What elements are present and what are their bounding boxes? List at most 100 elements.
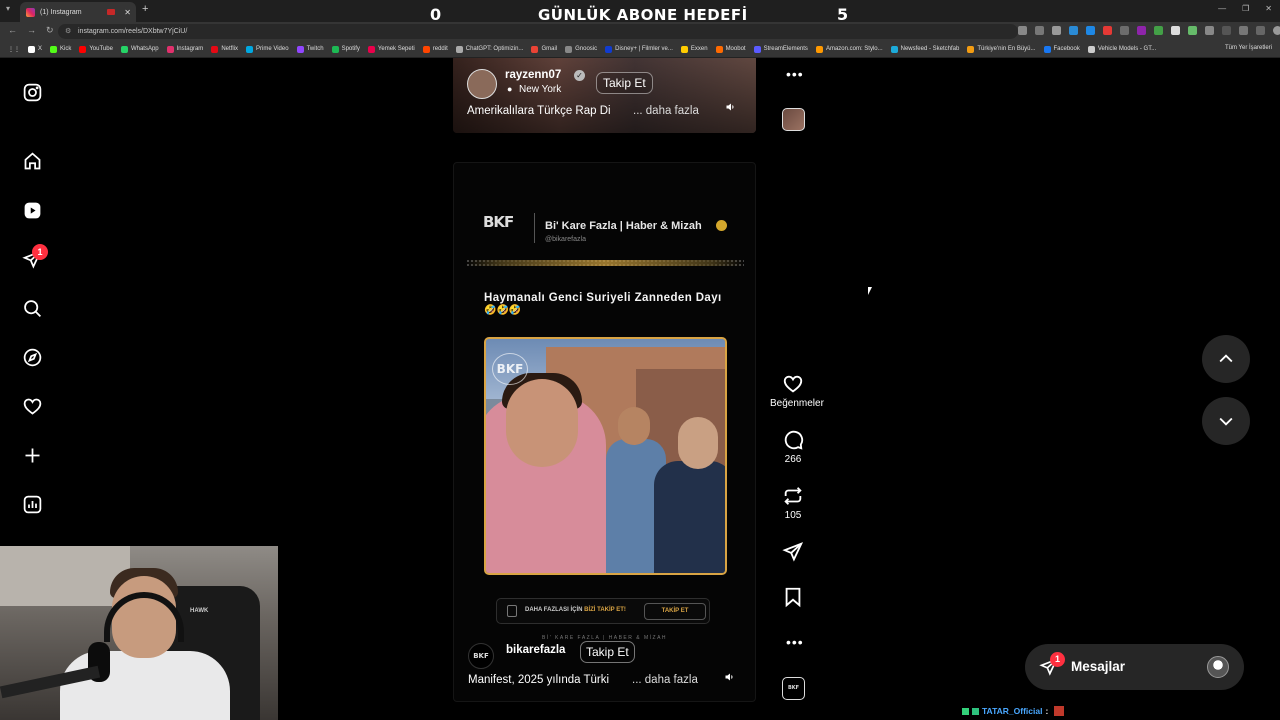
site-info-icon[interactable]: ⚙ xyxy=(65,24,71,39)
bookmark-item[interactable]: Facebook xyxy=(1043,45,1080,53)
bookmark-item[interactable]: YouTube xyxy=(79,45,113,53)
bookmark-item[interactable]: Vehicle Models - GT... xyxy=(1087,45,1156,53)
bookmark-item[interactable]: WhatsApp xyxy=(120,45,159,53)
browser-tab[interactable]: (1) Instagram ✕ xyxy=(20,2,136,22)
bookmark-item[interactable]: Newsfeed - Sketchfab xyxy=(890,45,959,53)
bookmark-item[interactable]: ChatGPT: Optimizin... xyxy=(455,45,523,53)
messages-button[interactable]: 1 Mesajlar xyxy=(1025,644,1244,690)
reel-card-current[interactable]: BKF Bi' Kare Fazla | Haber & Mizah @bika… xyxy=(453,162,756,702)
sound-icon[interactable] xyxy=(722,669,738,685)
cast-icon[interactable] xyxy=(1018,26,1027,35)
explore-icon[interactable] xyxy=(20,345,44,369)
extension-icon[interactable] xyxy=(1069,26,1078,35)
profile-icon[interactable] xyxy=(1273,26,1280,35)
create-icon[interactable] xyxy=(20,443,44,467)
dashboard-icon[interactable] xyxy=(20,492,44,516)
address-bar-row: ← → ↻ ⚙ instagram.com/reels/DXbtw7YjCiU/ xyxy=(0,22,1280,41)
recording-icon xyxy=(107,9,116,15)
back-icon[interactable]: ← xyxy=(8,25,17,36)
bookmark-favicon-icon xyxy=(455,45,463,53)
bookmark-item[interactable]: Instagram xyxy=(166,45,203,53)
bookmark-item[interactable]: Netflix xyxy=(211,45,238,53)
reel-video[interactable]: BKF xyxy=(484,337,727,575)
apps-icon[interactable]: ⋮⋮ xyxy=(8,46,20,53)
bookmark-favicon-icon xyxy=(890,45,898,53)
previous-reel-button[interactable] xyxy=(1202,335,1250,383)
avatar[interactable] xyxy=(467,69,497,99)
bookmark-item[interactable]: StreamElements xyxy=(753,45,808,53)
new-tab-icon[interactable]: + xyxy=(142,3,148,15)
reels-icon[interactable] xyxy=(20,198,44,222)
heart-icon[interactable] xyxy=(20,394,44,418)
more-options-icon[interactable]: ••• xyxy=(786,66,804,82)
caption-more-link[interactable]: ... daha fazla xyxy=(633,105,699,117)
reel-location[interactable]: New York xyxy=(519,84,561,95)
extension-icon[interactable] xyxy=(1086,26,1095,35)
bookmark-item[interactable]: Gnoosic xyxy=(565,45,597,53)
bookmark-item[interactable]: Kick xyxy=(50,45,71,53)
audio-thumbnail[interactable] xyxy=(782,108,805,131)
url-input[interactable]: ⚙ instagram.com/reels/DXbtw7YjCiU/ xyxy=(58,24,1018,39)
bookmark-item[interactable]: Amazon.com: Stylo... xyxy=(815,45,883,53)
bookmark-item[interactable]: Twitch xyxy=(296,45,324,53)
extension-icon[interactable] xyxy=(1171,26,1180,35)
bookmark-item[interactable]: Spotify xyxy=(331,45,360,53)
like-button[interactable]: Beğenmeler xyxy=(770,373,824,409)
close-tab-icon[interactable]: ✕ xyxy=(124,8,131,17)
bookmark-label: Disney+ | Filmler ve... xyxy=(615,46,673,52)
divider-icon xyxy=(1222,26,1231,35)
location-pin-icon: ● xyxy=(507,84,513,94)
comment-icon xyxy=(784,430,804,450)
tab-search-icon[interactable]: ▾ xyxy=(6,4,10,13)
like-label[interactable]: Beğenmeler xyxy=(770,398,824,409)
caption-more-link[interactable]: ... daha fazla xyxy=(632,674,698,686)
bookmark-item[interactable]: Türkiye'nin En Büyü... xyxy=(967,45,1036,53)
bookmark-item[interactable]: X xyxy=(28,45,42,53)
reel-username[interactable]: rayzenn07 xyxy=(505,69,561,81)
bookmark-item[interactable]: Prime Video xyxy=(245,45,289,53)
bookmark-item[interactable]: Moobot xyxy=(715,45,746,53)
zoom-icon[interactable] xyxy=(1035,26,1044,35)
avatar[interactable]: BKF xyxy=(468,643,494,669)
instagram-logo-icon[interactable] xyxy=(20,80,44,104)
post-headline: Haymanalı Genci Suriyeli Zanneden Dayı xyxy=(484,292,722,304)
bookmark-item[interactable]: Yemek Sepeti xyxy=(367,45,415,53)
search-icon[interactable] xyxy=(20,296,44,320)
close-window-icon[interactable]: ✕ xyxy=(1265,4,1272,13)
reel-card-previous[interactable]: rayzenn07 ✓ ● New York Takip Et Amerikal… xyxy=(453,58,756,133)
save-button[interactable] xyxy=(770,586,816,608)
follow-button[interactable]: Takip Et xyxy=(580,641,635,663)
share-button[interactable] xyxy=(770,541,816,563)
extensions-puzzle-icon[interactable] xyxy=(1205,26,1214,35)
forward-icon[interactable]: → xyxy=(27,25,36,36)
audio-thumbnail[interactable]: BKF xyxy=(782,677,805,700)
bookmark-item[interactable]: Gmail xyxy=(531,45,557,53)
sound-icon[interactable] xyxy=(723,99,739,115)
maximize-icon[interactable]: ❐ xyxy=(1242,4,1249,13)
verified-icon xyxy=(716,220,727,231)
bookmark-item[interactable]: reddit xyxy=(422,45,448,53)
downloads-icon[interactable] xyxy=(1239,26,1248,35)
next-reel-button[interactable] xyxy=(1202,397,1250,445)
home-icon[interactable] xyxy=(20,149,44,173)
extension-icon[interactable] xyxy=(1137,26,1146,35)
reload-icon[interactable]: ↻ xyxy=(46,25,54,36)
comment-button[interactable]: 266 xyxy=(770,429,816,465)
follow-button[interactable]: Takip Et xyxy=(596,72,653,94)
chevron-down-icon xyxy=(1219,417,1233,426)
repost-button[interactable]: 105 xyxy=(770,485,816,521)
extension-icon[interactable] xyxy=(1120,26,1129,35)
more-options-icon[interactable]: ••• xyxy=(786,634,804,650)
bookmark-item[interactable]: Exxen xyxy=(680,45,708,53)
extension-icon[interactable] xyxy=(1154,26,1163,35)
split-view-icon[interactable] xyxy=(1256,26,1265,35)
extension-icon[interactable] xyxy=(1188,26,1197,35)
minimize-icon[interactable]: — xyxy=(1218,4,1226,13)
extension-icon[interactable] xyxy=(1103,26,1112,35)
all-bookmarks-link[interactable]: Tüm Yer İşaretleri xyxy=(1225,45,1272,51)
emote-icon xyxy=(1054,706,1065,716)
bookmark-label: StreamElements xyxy=(763,46,808,52)
reel-username[interactable]: bikarefazla xyxy=(506,644,565,656)
bookmark-item[interactable]: Disney+ | Filmler ve... xyxy=(605,45,673,53)
bookmark-star-icon[interactable] xyxy=(1052,26,1061,35)
